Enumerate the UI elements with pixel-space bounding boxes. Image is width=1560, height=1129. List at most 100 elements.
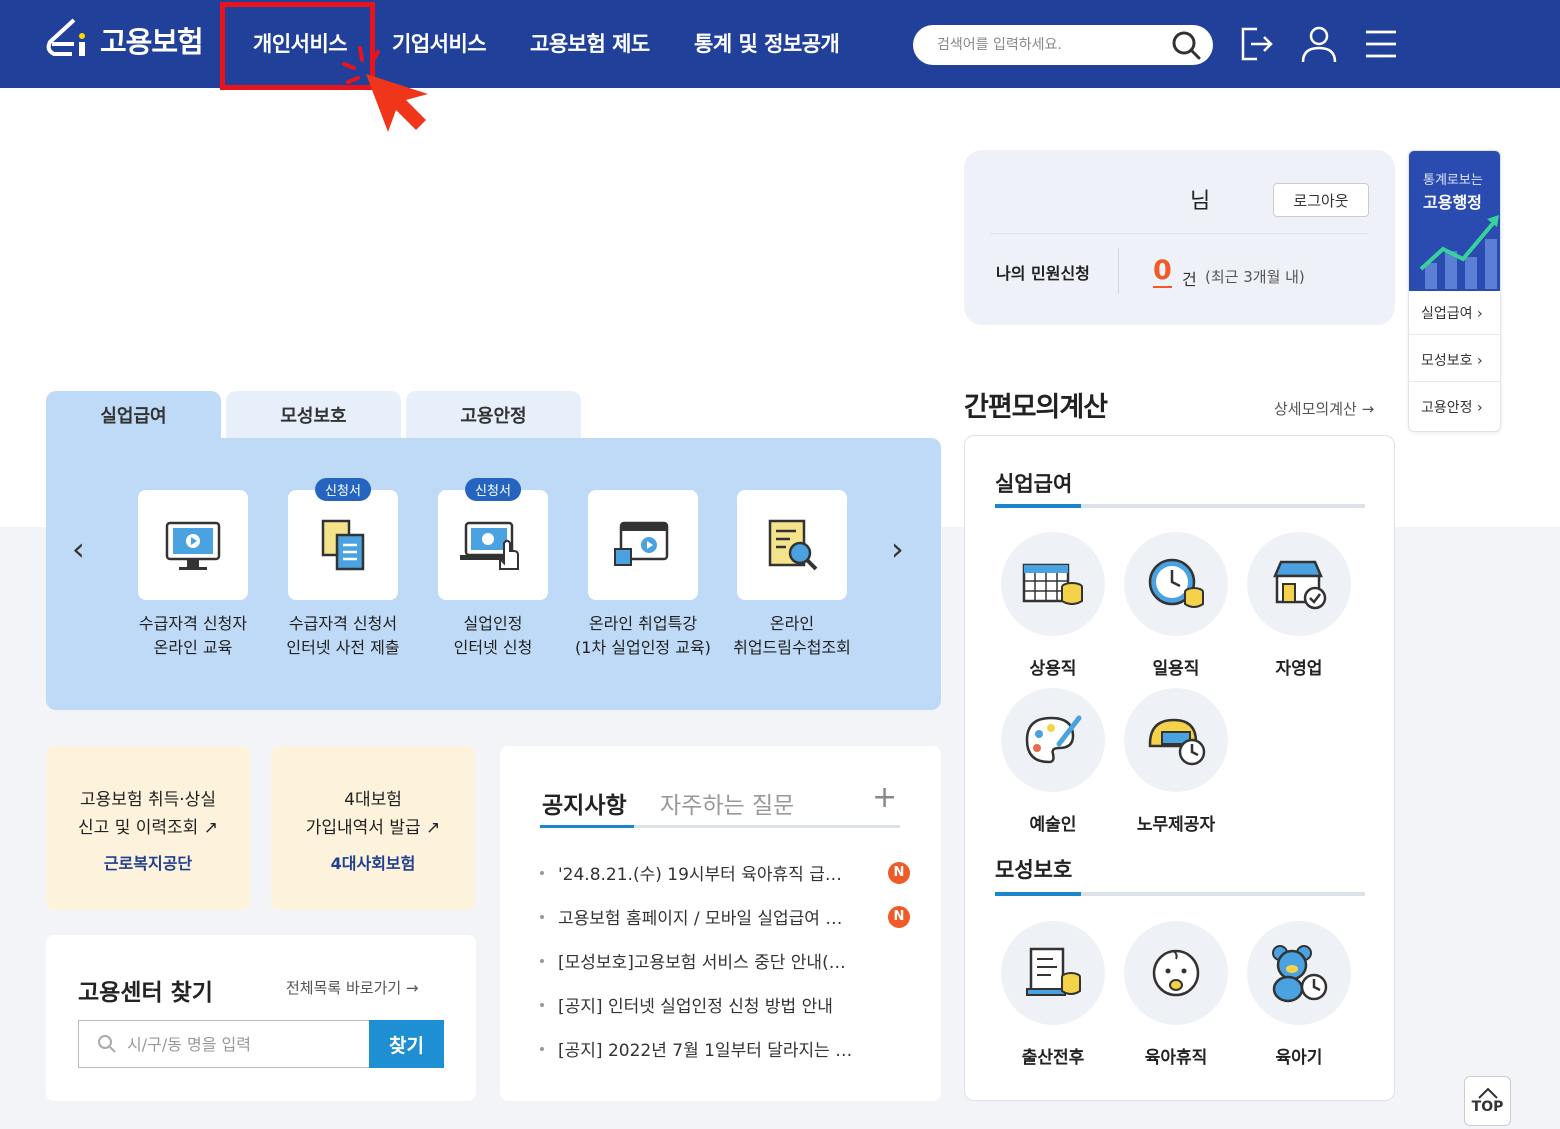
- bullet-icon: [540, 958, 544, 963]
- stats-title-big: 고용행정: [1423, 193, 1482, 212]
- section-underline-active: [995, 504, 1081, 508]
- quick-link-insurance-report[interactable]: 고용보험 취득·상실 신고 및 이력조회 ↗ 근로복지공단: [46, 746, 250, 910]
- search-icon[interactable]: [1171, 30, 1201, 60]
- notice-item[interactable]: [모성보호]고용보험 서비스 중단 안내(24.8월…: [540, 948, 920, 973]
- calc-icon-circle: [1124, 921, 1228, 1025]
- notice-title: '24.8.21.(수) 19시부터 육아휴직 급여 …: [558, 865, 856, 885]
- calc-icon-circle: [1247, 532, 1351, 636]
- service-card[interactable]: 수급자격 신청자 온라인 교육: [118, 490, 268, 660]
- tab-faq[interactable]: 자주하는 질문: [660, 786, 794, 820]
- bullet-icon: [540, 914, 544, 919]
- quick-link-4insurance[interactable]: 4대보험 가입내역서 발급 ↗ 4대사회보험: [271, 746, 475, 910]
- quick-line2: 가입내역서 발급 ↗: [305, 818, 441, 838]
- center-search-button[interactable]: 찾기: [369, 1020, 444, 1068]
- teddy-clock-icon: [1272, 945, 1328, 1003]
- quick-line2: 신고 및 이력조회 ↗: [78, 818, 218, 838]
- service-card[interactable]: 신청서 실업인정 인터넷 신청: [418, 478, 568, 660]
- service-card[interactable]: 온라인 취업드림수첩조회: [717, 490, 867, 660]
- scroll-top-button[interactable]: TOP: [1464, 1076, 1511, 1126]
- calc-icon-circle: [1124, 532, 1228, 636]
- complaint-count-note: (최근 3개월 내): [1205, 268, 1305, 286]
- service-card[interactable]: 온라인 취업특강 (1차 실업인정 교육): [568, 490, 718, 660]
- quick-line1: 고용보험 취득·상실: [80, 790, 216, 810]
- notice-item[interactable]: 고용보험 홈페이지 / 모바일 실업급여 서… N: [540, 904, 920, 929]
- vertical-divider: [1118, 248, 1119, 294]
- scroll-top-label: TOP: [1471, 1099, 1504, 1115]
- calc-item-label: 상용직: [1029, 659, 1077, 679]
- logout-icon[interactable]: [1234, 22, 1278, 66]
- calc-item-childcare-leave[interactable]: 육아휴직: [1124, 921, 1228, 1068]
- card-label-line2: (1차 실업인정 교육): [575, 638, 711, 657]
- stats-banner[interactable]: 통계로보는 고용행정: [1409, 151, 1500, 291]
- application-badge: 신청서: [315, 478, 371, 501]
- online-lecture-icon: [614, 521, 669, 566]
- notice-item[interactable]: '24.8.21.(수) 19시부터 육아휴직 급여 … N: [540, 860, 920, 885]
- calc-detail-link[interactable]: 상세모의계산 →: [1274, 398, 1374, 419]
- notice-tab-underline-active: [540, 825, 634, 828]
- service-card[interactable]: 신청서 수급자격 신청서 인터넷 사전 제출: [268, 478, 418, 660]
- site-logo[interactable]: 고용보험: [44, 16, 204, 64]
- tab-employment[interactable]: 고용안정: [406, 391, 581, 439]
- user-name-suffix: 님: [1190, 189, 1211, 214]
- tab-maternity[interactable]: 모성보호: [226, 391, 401, 439]
- notice-item[interactable]: [공지] 2022년 7월 1일부터 달라지는 실업인…: [540, 1036, 920, 1061]
- tab-unemployment[interactable]: 실업급여: [46, 391, 221, 439]
- notice-panel: 공지사항 자주하는 질문 + '24.8.21.(수) 19시부터 육아휴직 급…: [500, 746, 941, 1101]
- click-cursor-icon: [342, 46, 428, 132]
- card-label-line1: 수급자격 신청서: [288, 614, 398, 633]
- card-label-line2: 취업드림수첩조회: [733, 638, 851, 657]
- stats-title-small: 통계로보는: [1423, 173, 1483, 188]
- stats-link-maternity[interactable]: 모성보호 ›: [1421, 350, 1483, 370]
- calc-section-title: 모성보호: [995, 858, 1073, 882]
- calc-item-label: 예술인: [1029, 815, 1077, 835]
- calendar-coins-icon: [1022, 563, 1083, 605]
- calc-item-label: 노무제공자: [1136, 815, 1216, 835]
- stats-widget[interactable]: 통계로보는 고용행정 실업급여 › 모성보호 › 고용안정 ›: [1408, 150, 1501, 432]
- laptop-click-icon: [460, 521, 519, 570]
- quick-brand-label: 4대사회보험: [330, 854, 416, 873]
- bullet-icon: [540, 870, 544, 875]
- calc-item-daily[interactable]: 일용직: [1124, 532, 1228, 679]
- search-input[interactable]: [937, 37, 1171, 53]
- stats-link-unemployment[interactable]: 실업급여 ›: [1421, 303, 1483, 323]
- user-icon[interactable]: [1297, 22, 1341, 66]
- complaint-count[interactable]: 0: [1153, 256, 1172, 288]
- carousel-prev-icon[interactable]: ‹: [72, 530, 85, 568]
- calc-item-self-employed[interactable]: 자영업: [1247, 532, 1351, 679]
- tab-notice[interactable]: 공지사항: [542, 786, 627, 820]
- calc-item-artist[interactable]: 예술인: [1001, 688, 1105, 835]
- search-icon: [98, 1035, 116, 1053]
- calc-item-labor-provider[interactable]: 노무제공자: [1124, 688, 1228, 835]
- stats-link-employment[interactable]: 고용안정 ›: [1421, 397, 1483, 417]
- section-underline-active: [995, 892, 1081, 896]
- card-icon-box: 신청서: [288, 478, 398, 600]
- logo-mark-icon: [46, 18, 85, 56]
- baby-icon: [1152, 949, 1200, 997]
- online-education-icon: [165, 521, 221, 570]
- calc-item-regular[interactable]: 상용직: [1001, 532, 1105, 679]
- palette-icon: [1025, 715, 1082, 764]
- calc-item-label: 일용직: [1152, 659, 1200, 679]
- notice-more-icon[interactable]: +: [872, 780, 897, 815]
- card-label-line1: 수급자격 신청자: [138, 614, 248, 633]
- my-complaint-label: 나의 민원신청: [996, 264, 1090, 283]
- center-finder-title: 고용센터 찾기: [78, 980, 213, 1006]
- clock-coins-icon: [1148, 558, 1204, 608]
- center-list-link[interactable]: 전체목록 바로가기 →: [286, 977, 419, 998]
- carousel-next-icon[interactable]: ›: [891, 530, 904, 568]
- store-check-icon: [1273, 560, 1327, 610]
- center-search-box[interactable]: [78, 1020, 370, 1068]
- calc-item-maternity-leave[interactable]: 출산전후: [1001, 921, 1105, 1068]
- new-badge: N: [888, 861, 910, 884]
- center-search-input[interactable]: [127, 1034, 369, 1054]
- notice-item[interactable]: [공지] 인터넷 실업인정 신청 방법 안내: [540, 992, 920, 1017]
- logout-button[interactable]: 로그아웃: [1273, 183, 1369, 217]
- user-panel: [964, 150, 1395, 325]
- notice-title: [공지] 2022년 7월 1일부터 달라지는 실업인…: [558, 1041, 856, 1061]
- calc-item-childcare-period[interactable]: 육아기: [1247, 921, 1351, 1068]
- document-submit-icon: [321, 519, 365, 571]
- nav-statistics[interactable]: 통계 및 정보공개: [694, 28, 840, 58]
- search-box[interactable]: [913, 25, 1213, 65]
- menu-icon[interactable]: [1359, 22, 1403, 66]
- nav-insurance-system[interactable]: 고용보험 제도: [530, 28, 650, 58]
